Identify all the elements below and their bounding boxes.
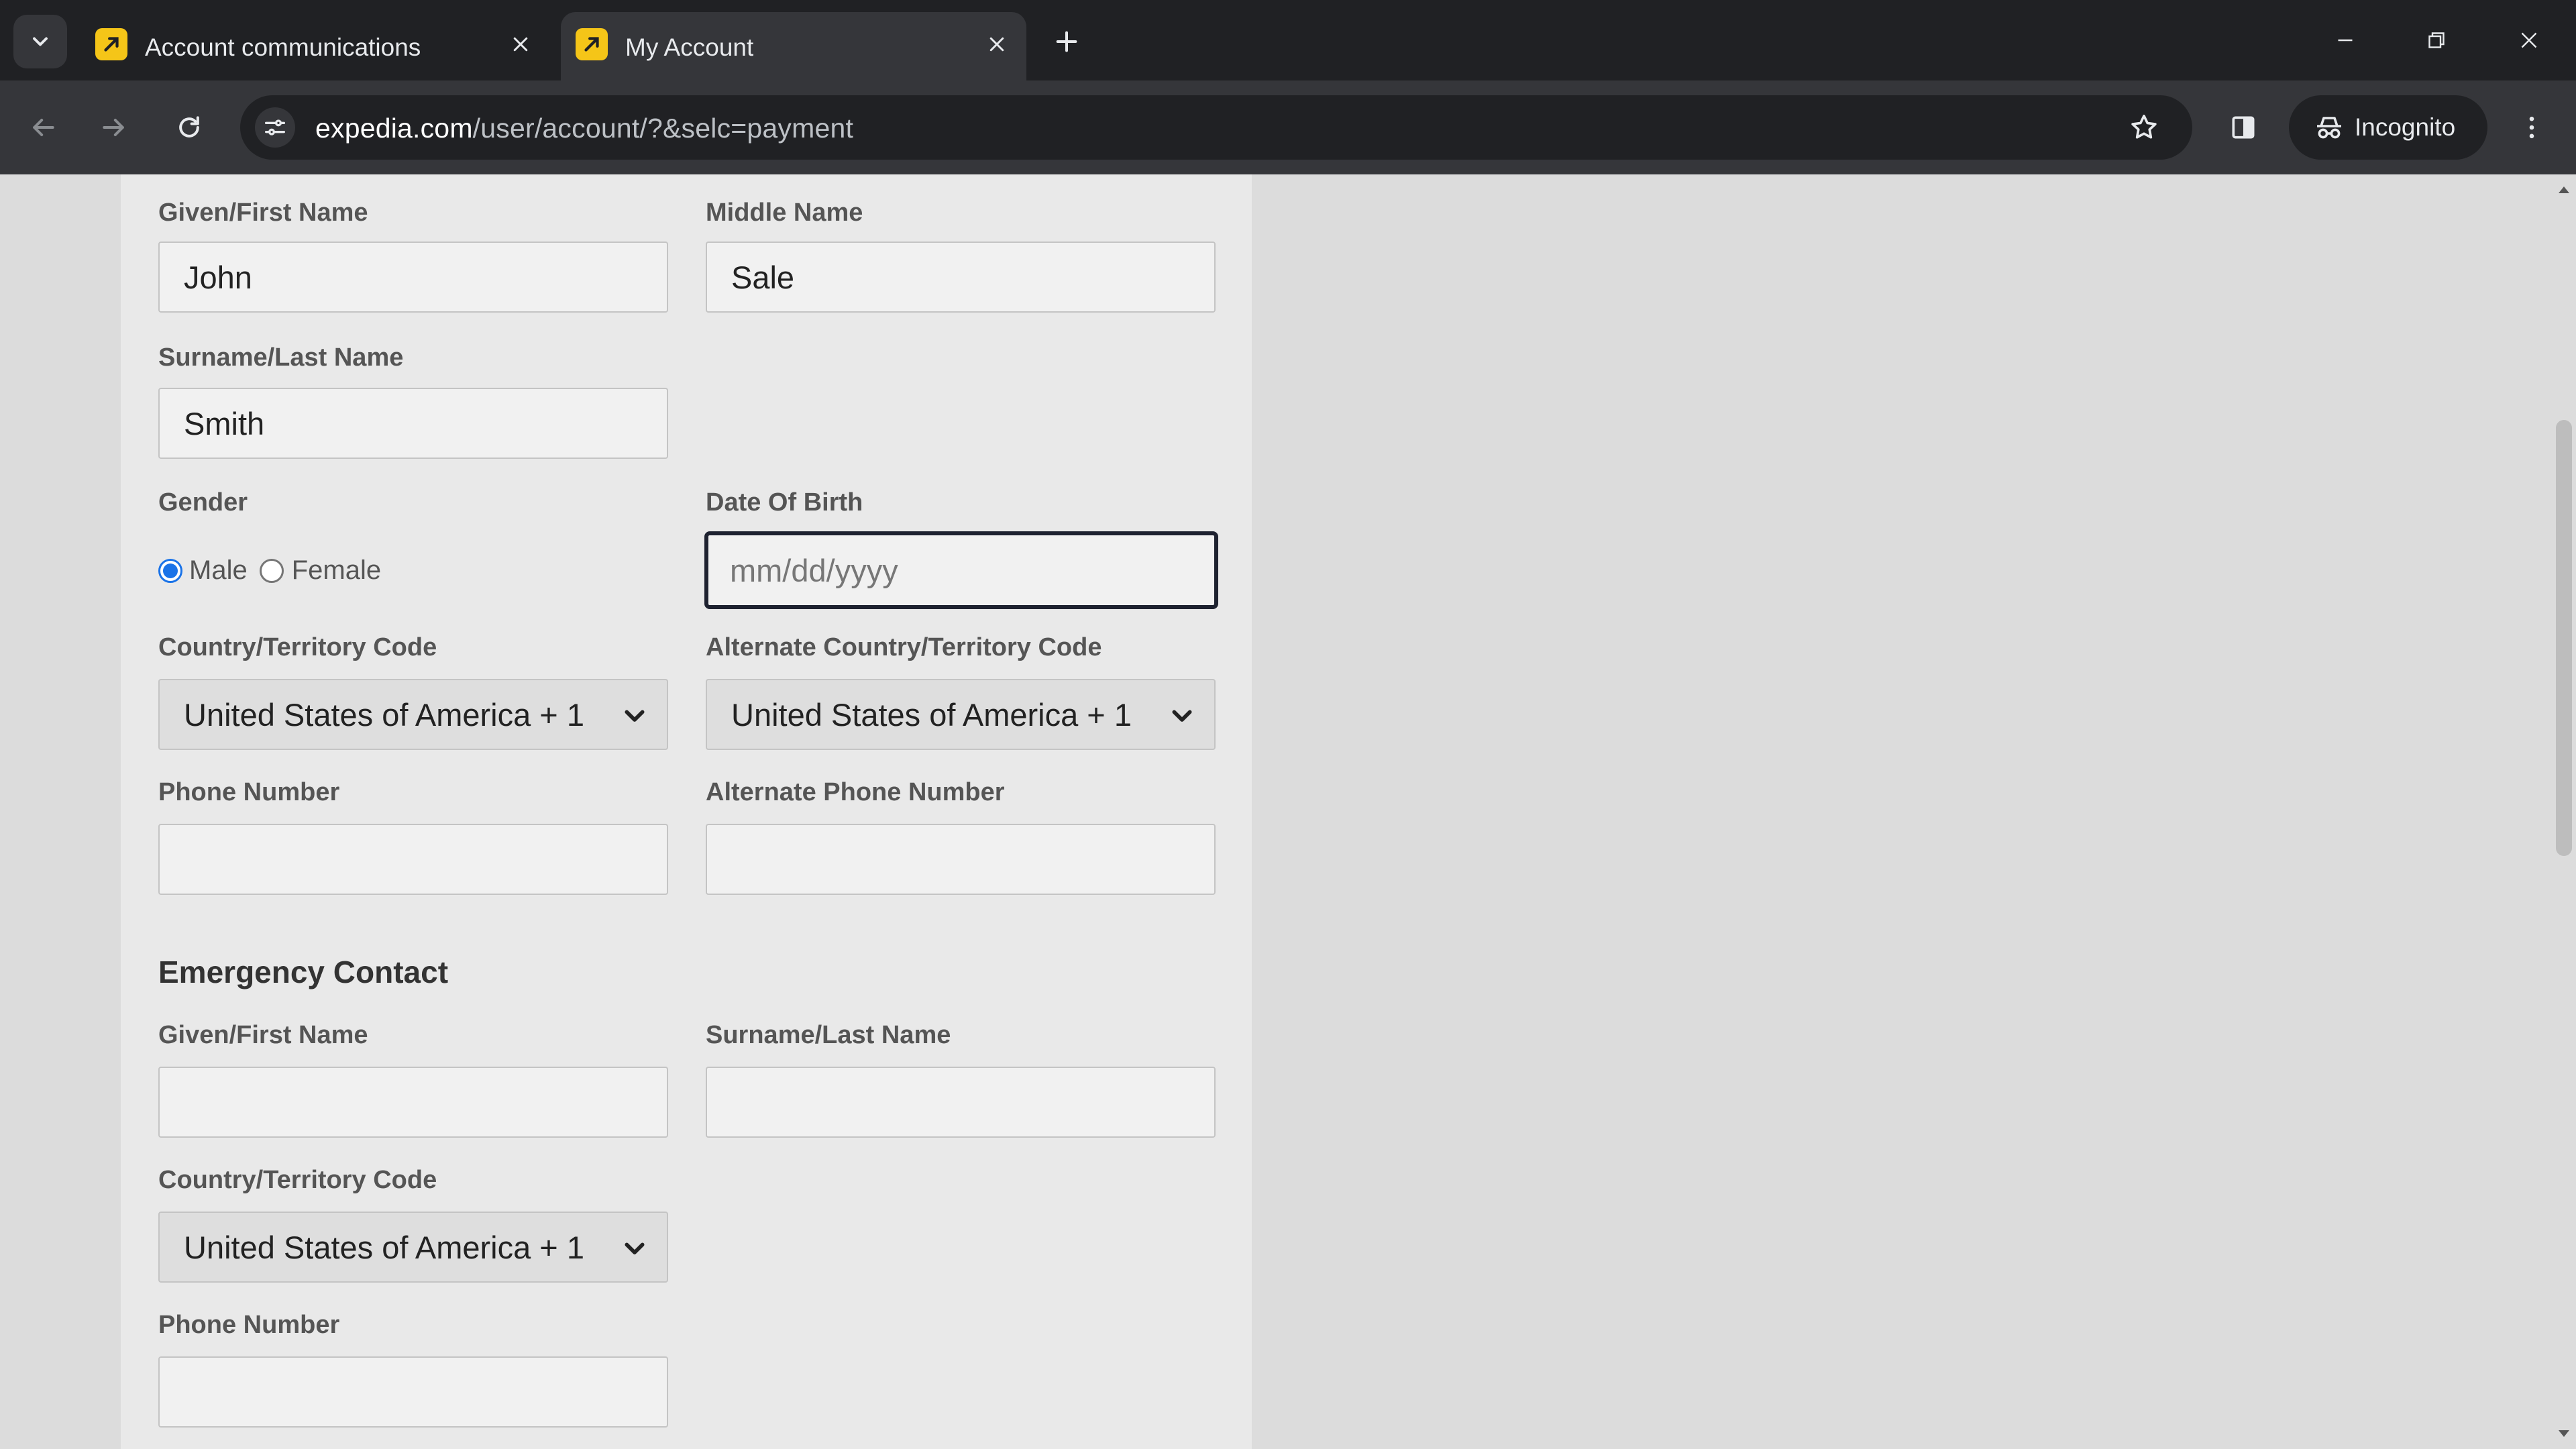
gender-male-radio[interactable] <box>158 558 182 583</box>
alt-country-code-value: United States of America + 1 <box>731 696 1132 733</box>
chevron-down-icon <box>625 710 645 722</box>
chevron-down-icon <box>625 1242 645 1254</box>
emergency-country-code-value: United States of America + 1 <box>184 1229 584 1265</box>
reload-icon <box>179 116 199 138</box>
restore-button[interactable] <box>2410 13 2463 67</box>
country-code-value: United States of America + 1 <box>184 696 584 733</box>
emergency-country-code-select[interactable]: United States of America + 1 <box>158 1212 668 1283</box>
first-name-input[interactable] <box>158 241 668 313</box>
tune-icon <box>265 119 285 136</box>
phone-label: Phone Number <box>158 778 340 806</box>
alt-country-code-label: Alternate Country/Territory Code <box>706 633 1102 661</box>
alt-phone-input[interactable] <box>706 824 1216 895</box>
scroll-thumb[interactable] <box>2556 420 2572 856</box>
emergency-country-code-label: Country/Territory Code <box>158 1166 437 1194</box>
date-of-birth-input[interactable] <box>704 531 1218 609</box>
arrow-left-icon <box>33 118 54 137</box>
tab-my-account[interactable]: My Account <box>561 12 1026 80</box>
page-viewport: Given/First Name Middle Name Surname/Las… <box>0 174 2552 1449</box>
alt-phone-label: Alternate Phone Number <box>706 778 1005 806</box>
triangle-down-icon <box>2559 1430 2569 1437</box>
browser-menu-button[interactable] <box>2508 103 2556 152</box>
last-name-label: Surname/Last Name <box>158 343 404 372</box>
arrow-right-icon <box>103 118 124 137</box>
chevron-down-icon <box>1172 710 1192 722</box>
url-text: expedia.com/user/account/?&selc=payment <box>315 113 853 144</box>
country-code-select[interactable]: United States of America + 1 <box>158 679 668 750</box>
account-form-panel: Given/First Name Middle Name Surname/Las… <box>121 174 1252 1449</box>
restore-icon <box>2428 32 2445 48</box>
tab-title: My Account <box>625 34 754 61</box>
incognito-indicator[interactable]: Incognito <box>2289 95 2487 160</box>
gender-radio-group: Male Female <box>158 555 381 586</box>
emergency-first-name-label: Given/First Name <box>158 1021 368 1049</box>
scroll-up-button[interactable] <box>2552 178 2576 203</box>
bookmark-button[interactable] <box>2123 106 2165 149</box>
phone-input[interactable] <box>158 824 668 895</box>
gender-female-label: Female <box>291 555 382 585</box>
emergency-last-name-input[interactable] <box>706 1067 1216 1138</box>
url-domain: expedia.com <box>315 113 473 144</box>
page-scrollbar[interactable] <box>2552 174 2576 1449</box>
close-tab-icon[interactable] <box>978 25 1016 63</box>
emergency-first-name-input[interactable] <box>158 1067 668 1138</box>
plus-icon <box>1056 31 1077 52</box>
url-path: /user/account/?&selc=payment <box>472 113 854 144</box>
emergency-last-name-label: Surname/Last Name <box>706 1021 951 1049</box>
browser-toolbar: expedia.com/user/account/?&selc=payment … <box>0 80 2576 174</box>
side-panel-button[interactable] <box>2219 103 2267 152</box>
tab-title: Account communications <box>145 34 421 61</box>
incognito-label: Incognito <box>2355 113 2456 141</box>
tab-account-communications[interactable]: Account communications <box>80 12 550 80</box>
scroll-down-button[interactable] <box>2552 1421 2576 1445</box>
first-name-label: Given/First Name <box>158 199 368 227</box>
tab-strip: Account communications My Account <box>0 0 2576 80</box>
star-icon <box>2131 114 2157 139</box>
chevron-down-icon <box>33 37 48 46</box>
middle-name-label: Middle Name <box>706 199 863 227</box>
emergency-phone-label: Phone Number <box>158 1311 340 1339</box>
close-window-button[interactable] <box>2502 13 2556 67</box>
alt-country-code-select[interactable]: United States of America + 1 <box>706 679 1216 750</box>
country-code-label: Country/Territory Code <box>158 633 437 661</box>
reload-button[interactable] <box>165 103 213 152</box>
tab-search-button[interactable] <box>13 15 67 68</box>
side-panel-icon <box>2232 116 2255 139</box>
close-icon <box>2521 32 2537 48</box>
middle-name-input[interactable] <box>706 241 1216 313</box>
forward-button[interactable] <box>90 103 138 152</box>
minimize-button[interactable] <box>2318 13 2372 67</box>
more-vert-icon <box>2529 116 2534 139</box>
gender-male-label: Male <box>189 555 248 585</box>
minimize-icon <box>2338 39 2353 42</box>
close-tab-icon[interactable] <box>502 25 539 63</box>
dob-label: Date Of Birth <box>706 488 863 517</box>
expedia-favicon-icon <box>95 28 127 60</box>
emergency-phone-input[interactable] <box>158 1356 668 1428</box>
back-button[interactable] <box>19 103 67 152</box>
gender-label: Gender <box>158 488 248 517</box>
incognito-icon <box>2317 117 2341 139</box>
expedia-favicon-icon <box>576 28 608 60</box>
emergency-contact-heading: Emergency Contact <box>158 955 449 989</box>
new-tab-button[interactable] <box>1045 20 1088 63</box>
gender-female-radio[interactable] <box>259 558 284 583</box>
last-name-input[interactable] <box>158 388 668 459</box>
triangle-up-icon <box>2559 186 2569 193</box>
site-info-button[interactable] <box>255 107 295 148</box>
address-bar[interactable]: expedia.com/user/account/?&selc=payment <box>240 95 2192 160</box>
